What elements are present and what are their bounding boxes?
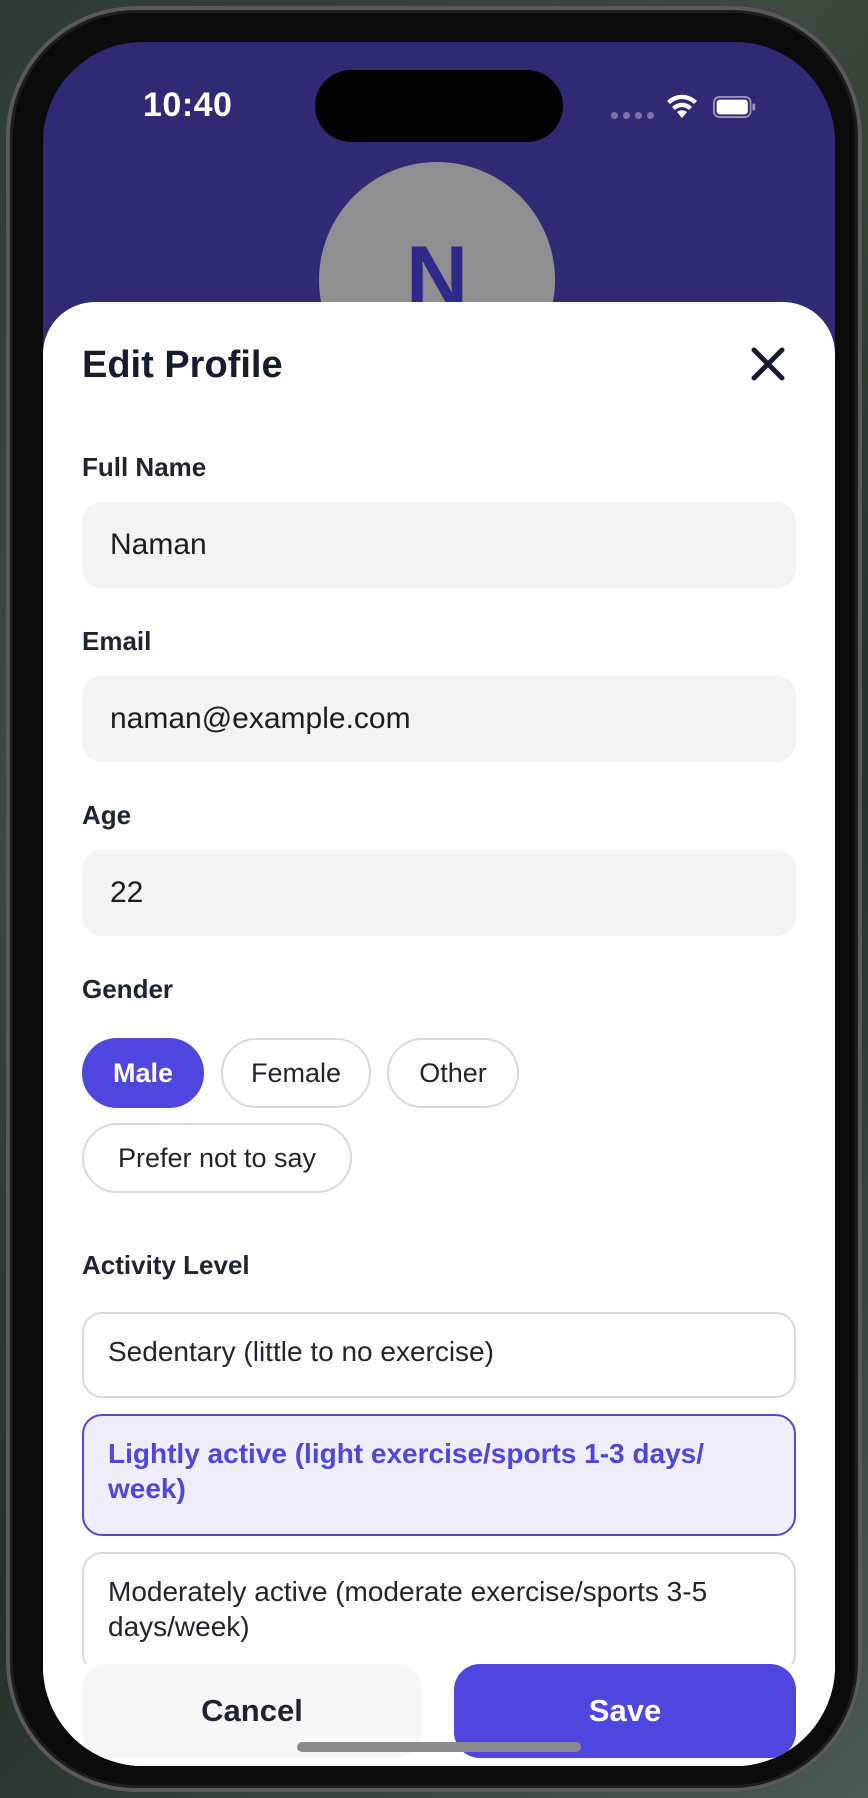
- sheet-header: Edit Profile: [82, 338, 796, 398]
- dynamic-island: [315, 70, 563, 142]
- email-input[interactable]: [82, 676, 796, 762]
- activity-option-moderately-active[interactable]: Moderately active (moderate exercise/spo…: [82, 1552, 796, 1674]
- status-bar: 10:40: [43, 42, 835, 172]
- edit-profile-sheet: Edit Profile Full Name Email Age Gender …: [43, 302, 835, 1766]
- age-label: Age: [82, 800, 132, 830]
- home-indicator[interactable]: [297, 1742, 581, 1752]
- activity-option-lightly-active[interactable]: Lightly active (light exercise/sports 1-…: [82, 1414, 796, 1536]
- gender-label: Gender: [82, 974, 174, 1004]
- phone-frame: 10:40 N Edit Profile Full Name Naman Ema…: [6, 6, 862, 1792]
- activity-option-sedentary[interactable]: Sedentary (little to no exercise): [82, 1312, 796, 1398]
- wifi-icon: [667, 94, 697, 118]
- gender-chip-male[interactable]: Male: [82, 1038, 204, 1108]
- activity-level-label: Activity Level: [82, 1250, 250, 1280]
- cellular-signal-icon: [611, 112, 654, 119]
- close-icon[interactable]: [748, 344, 788, 384]
- battery-icon: [713, 96, 756, 118]
- screen: 10:40 N Edit Profile Full Name Naman Ema…: [43, 42, 835, 1766]
- gender-chip-other[interactable]: Other: [387, 1038, 519, 1108]
- full-name-label: Full Name: [82, 452, 207, 482]
- gender-chip-prefer-not-to-say[interactable]: Prefer not to say: [82, 1123, 352, 1193]
- full-name-input[interactable]: [82, 502, 796, 588]
- form-scroll-area[interactable]: Full Name Email Age Gender Male Female O…: [43, 398, 835, 1704]
- sheet-title: Edit Profile: [82, 344, 283, 386]
- age-input[interactable]: [82, 850, 796, 936]
- gender-chip-female[interactable]: Female: [221, 1038, 371, 1108]
- email-label: Email: [82, 626, 152, 656]
- status-time: 10:40: [143, 86, 233, 124]
